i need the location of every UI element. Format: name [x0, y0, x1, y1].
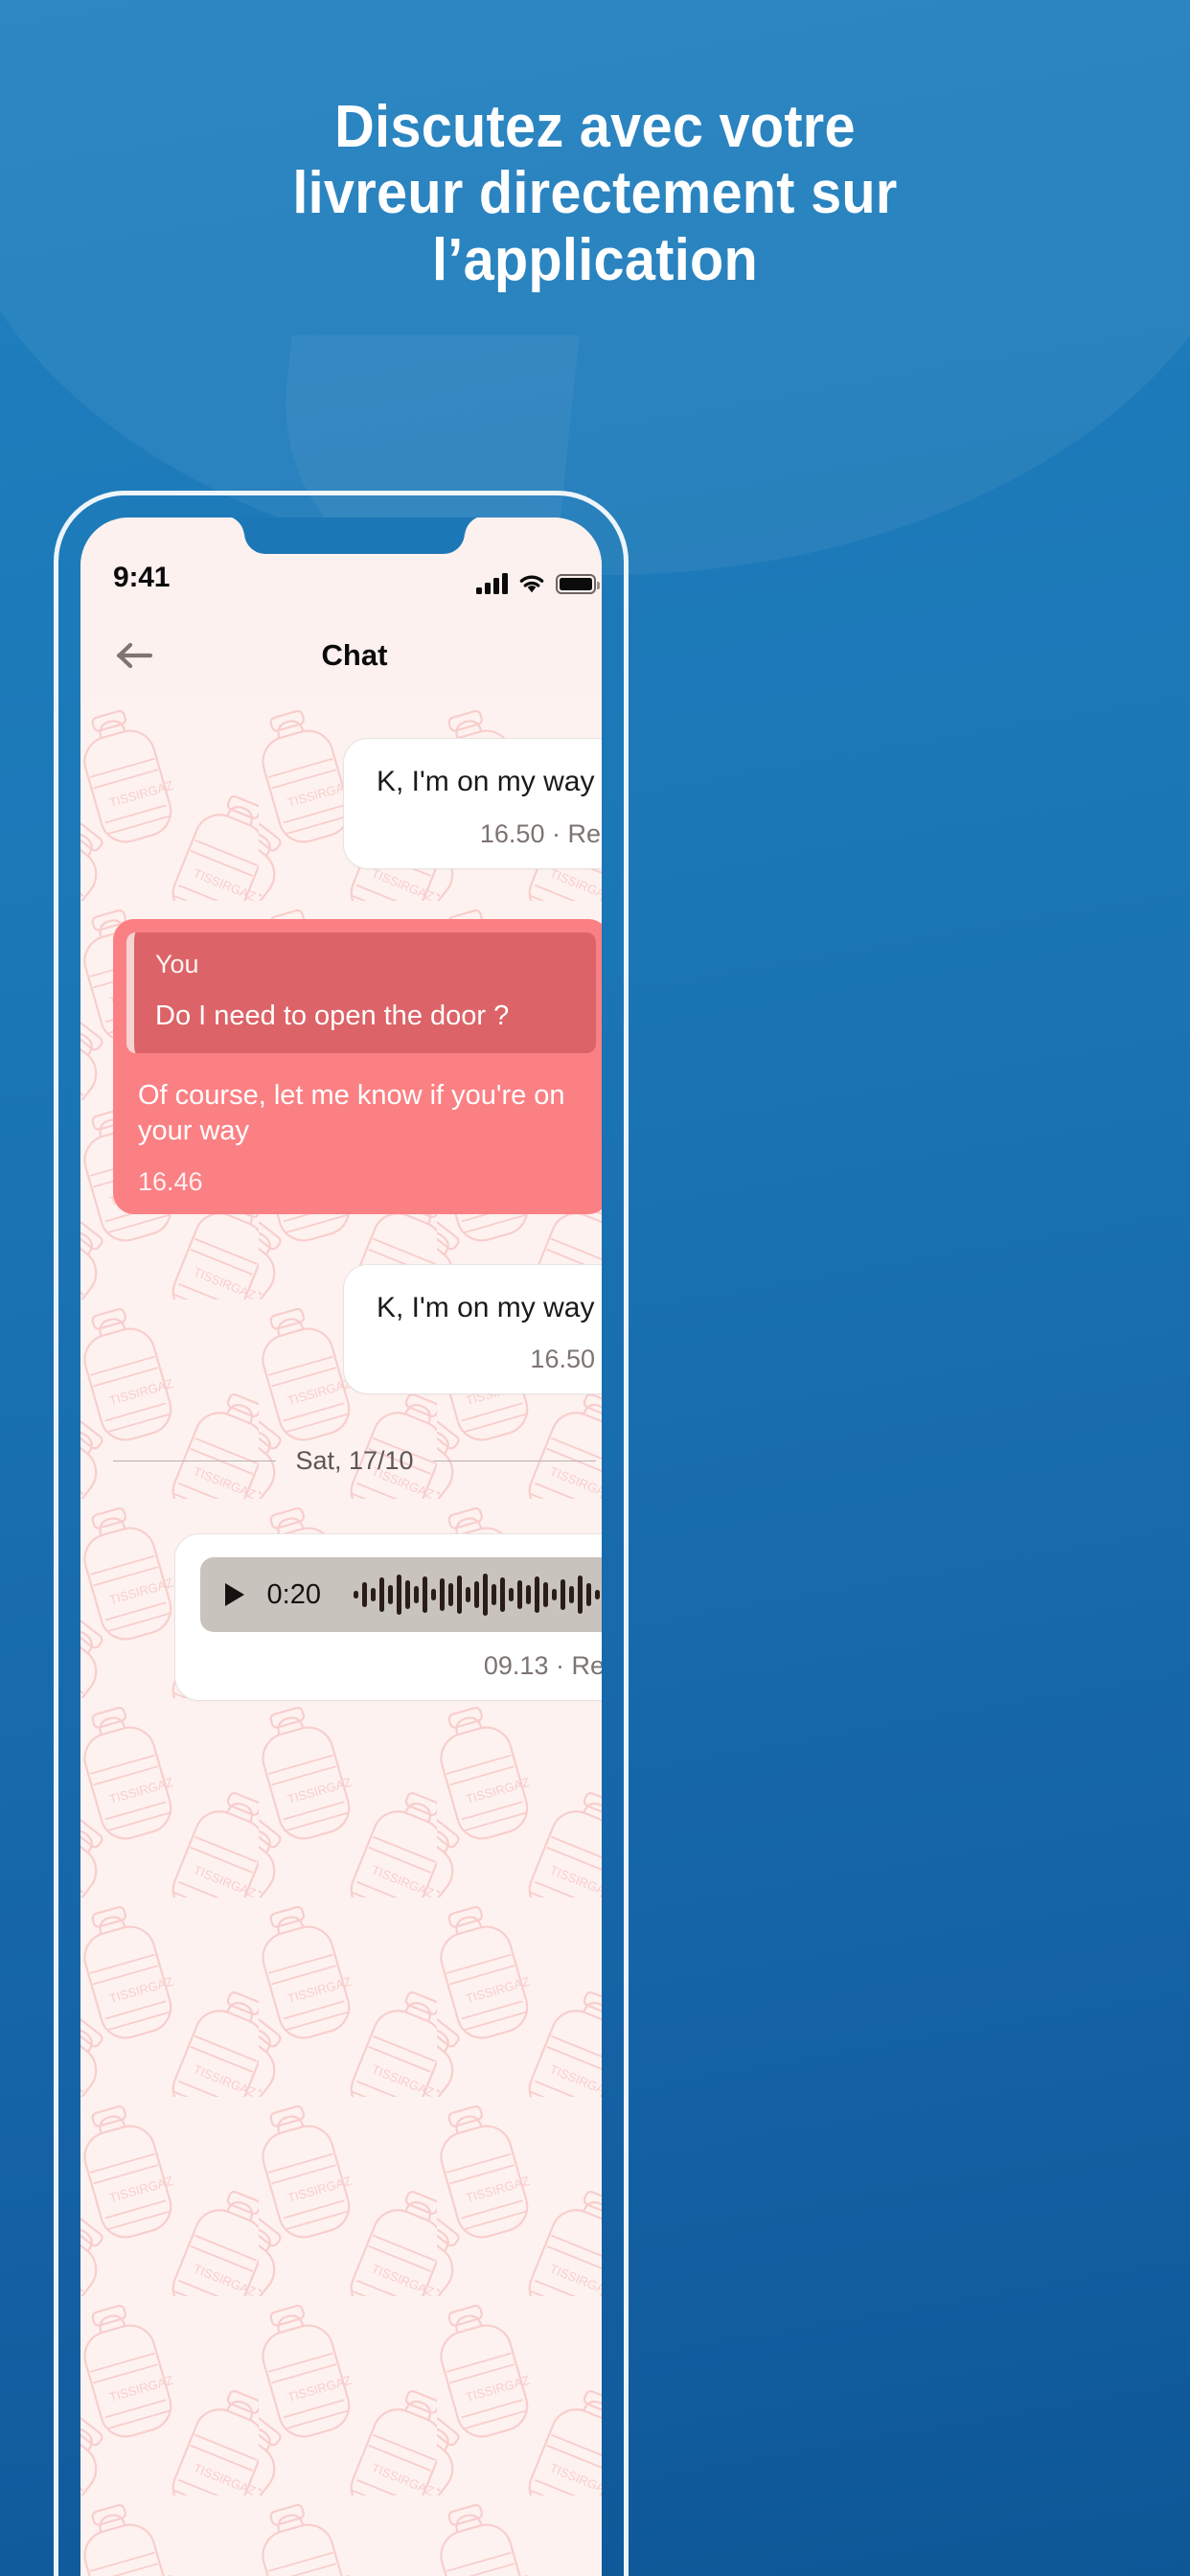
- waveform-icon[interactable]: [354, 1573, 602, 1617]
- voice-duration: 0:20: [266, 1578, 321, 1610]
- phone-mockup: 9:41 Chat TISSIRGAZ K, I'm on my way 16.…: [54, 491, 629, 2576]
- message-text: K, I'm on my way: [377, 1291, 595, 1323]
- quote-author: You: [155, 949, 199, 978]
- message-bubble-outgoing[interactable]: K, I'm on my way 16.50 · Read: [343, 738, 602, 869]
- status-time: 9:41: [113, 562, 171, 593]
- divider-line-left: [113, 1460, 277, 1462]
- divider-line-right: [432, 1460, 597, 1462]
- message-bubble-outgoing[interactable]: K, I'm on my way 16.50: [343, 1263, 602, 1395]
- message-text: K, I'm on my way: [377, 766, 595, 797]
- battery-icon: [556, 574, 600, 594]
- message-bubble-incoming[interactable]: You Do I need to open the door ? Of cour…: [113, 918, 602, 1214]
- cellular-signal-icon: [476, 573, 508, 594]
- message-timestamp: 16.46: [138, 1166, 203, 1196]
- message-row: You Do I need to open the door ? Of cour…: [80, 918, 602, 1214]
- voice-player[interactable]: 0:20: [199, 1557, 602, 1633]
- status-bar: 9:41: [80, 518, 602, 610]
- message-timestamp: 09.13 · Read: [483, 1651, 602, 1681]
- phone-notch: [223, 518, 486, 554]
- message-meta: 16.50 · Read: [377, 819, 602, 849]
- page-title: Discutez avec votre livreur directement …: [41, 94, 1148, 293]
- message-meta: 09.13 · Read: [200, 1651, 602, 1681]
- headline-line-1: Discutez avec votre: [334, 94, 856, 160]
- message-timestamp: 16.50 · Read: [479, 818, 602, 848]
- headline-line-2: livreur directement sur: [292, 160, 898, 227]
- divider-label: Sat, 17/10: [295, 1446, 414, 1476]
- promo-screen: Discutez avec votre livreur directement …: [0, 0, 1190, 2576]
- date-divider: Sat, 17/10: [80, 1446, 602, 1476]
- message-meta: 16.50: [377, 1345, 602, 1374]
- chat-message-list[interactable]: TISSIRGAZ K, I'm on my way 16.50 · Re Yo…: [80, 702, 602, 2576]
- message-bubble-voice[interactable]: 0:20 09.13 · Read: [173, 1533, 602, 1702]
- chat-header: Chat: [80, 610, 602, 702]
- quoted-message[interactable]: You Do I need to open the door ?: [126, 932, 596, 1053]
- message-text: Of course, let me know if you're on your…: [138, 1079, 565, 1147]
- message-row: 0:20 09.13 · Read: [80, 1533, 602, 1702]
- quote-text: Do I need to open the door ?: [155, 1000, 510, 1031]
- message-row: K, I'm on my way 16.50: [80, 1263, 602, 1395]
- message-row: K, I'm on my way 16.50 · Read: [80, 738, 602, 869]
- page-title-chat: Chat: [321, 638, 388, 672]
- headline-line-3: l’application: [431, 226, 759, 293]
- wifi-icon: [518, 573, 545, 594]
- phone-screen: 9:41 Chat TISSIRGAZ K, I'm on my way 16.…: [80, 518, 602, 2576]
- message-timestamp: 16.50: [530, 1345, 595, 1374]
- play-icon[interactable]: [224, 1583, 244, 1607]
